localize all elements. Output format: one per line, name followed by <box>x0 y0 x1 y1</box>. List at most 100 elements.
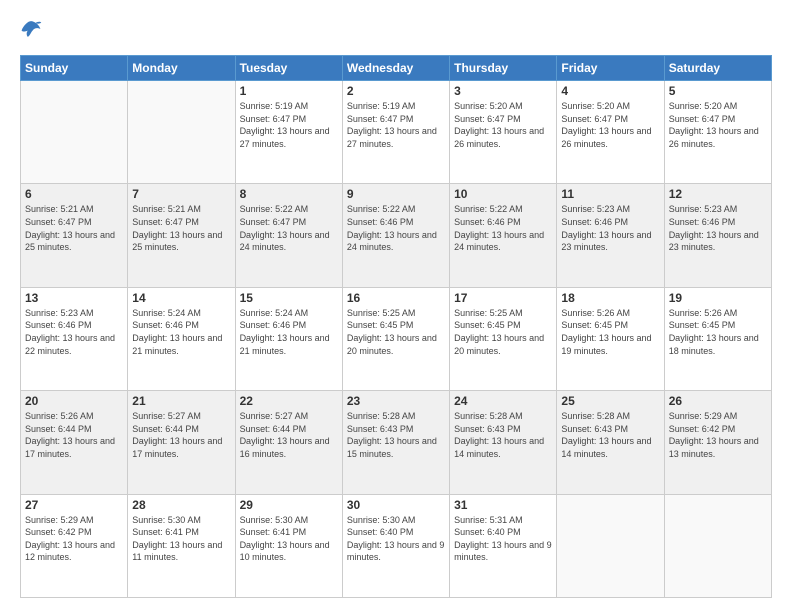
calendar-cell: 31 Sunrise: 5:31 AMSunset: 6:40 PMDayligh… <box>450 494 557 597</box>
calendar-week-row: 27 Sunrise: 5:29 AMSunset: 6:42 PMDayligh… <box>21 494 772 597</box>
day-number: 19 <box>669 291 767 305</box>
calendar-cell: 15 Sunrise: 5:24 AMSunset: 6:46 PMDayligh… <box>235 287 342 390</box>
day-info: Sunrise: 5:20 AMSunset: 6:47 PMDaylight:… <box>669 100 767 150</box>
bird-icon <box>20 18 42 40</box>
calendar-cell: 4 Sunrise: 5:20 AMSunset: 6:47 PMDaylight… <box>557 81 664 184</box>
calendar-cell: 29Sunrise: 5:30 AMSunset: 6:41 PMDayligh… <box>235 494 342 597</box>
calendar-week-row: 13 Sunrise: 5:23 AMSunset: 6:46 PMDayligh… <box>21 287 772 390</box>
header <box>20 18 772 45</box>
day-number: 10 <box>454 187 552 201</box>
day-number: 23 <box>347 394 445 408</box>
day-info: Sunrise: 5:23 AMSunset: 6:46 PMDaylight:… <box>25 307 123 357</box>
day-info: Sunrise: 5:24 AMSunset: 6:46 PMDaylight:… <box>240 307 338 357</box>
calendar-cell: 25Sunrise: 5:28 AMSunset: 6:43 PMDayligh… <box>557 391 664 494</box>
calendar-week-row: 6 Sunrise: 5:21 AMSunset: 6:47 PMDaylight… <box>21 184 772 287</box>
day-number: 1 <box>240 84 338 98</box>
day-info: Sunrise: 5:23 AMSunset: 6:46 PMDaylight:… <box>669 203 767 253</box>
calendar-cell: 23 Sunrise: 5:28 AMSunset: 6:43 PMDayligh… <box>342 391 449 494</box>
calendar-cell: 3 Sunrise: 5:20 AMSunset: 6:47 PMDaylight… <box>450 81 557 184</box>
day-number: 28 <box>132 498 230 512</box>
day-info: Sunrise: 5:23 AMSunset: 6:46 PMDaylight:… <box>561 203 659 253</box>
page: SundayMondayTuesdayWednesdayThursdayFrid… <box>0 0 792 612</box>
calendar-cell: 5 Sunrise: 5:20 AMSunset: 6:47 PMDaylight… <box>664 81 771 184</box>
day-number: 18 <box>561 291 659 305</box>
day-info: Sunrise: 5:28 AMSunset: 6:43 PMDaylight:… <box>454 410 552 460</box>
calendar-cell: 27 Sunrise: 5:29 AMSunset: 6:42 PMDayligh… <box>21 494 128 597</box>
calendar-cell: 18 Sunrise: 5:26 AMSunset: 6:45 PMDayligh… <box>557 287 664 390</box>
day-info: Sunrise: 5:30 AMSunset: 6:41 PMDaylight:… <box>132 514 230 564</box>
day-info: Sunrise: 5:27 AMSunset: 6:44 PMDaylight:… <box>240 410 338 460</box>
day-info: Sunrise: 5:26 AMSunset: 6:45 PMDaylight:… <box>561 307 659 357</box>
calendar-cell: 1 Sunrise: 5:19 AMSunset: 6:47 PMDaylight… <box>235 81 342 184</box>
day-info: Sunrise: 5:28 AMSunset: 6:43 PMDaylight:… <box>347 410 445 460</box>
day-number: 22 <box>240 394 338 408</box>
calendar-table: SundayMondayTuesdayWednesdayThursdayFrid… <box>20 55 772 598</box>
calendar-cell: 26Sunrise: 5:29 AMSunset: 6:42 PMDayligh… <box>664 391 771 494</box>
calendar-cell: 2 Sunrise: 5:19 AMSunset: 6:47 PMDaylight… <box>342 81 449 184</box>
day-number: 21 <box>132 394 230 408</box>
weekday-header-friday: Friday <box>557 56 664 81</box>
calendar-cell: 22 Sunrise: 5:27 AMSunset: 6:44 PMDayligh… <box>235 391 342 494</box>
day-info: Sunrise: 5:31 AMSunset: 6:40 PMDaylight:… <box>454 514 552 564</box>
weekday-header-wednesday: Wednesday <box>342 56 449 81</box>
day-number: 20 <box>25 394 123 408</box>
day-number: 11 <box>561 187 659 201</box>
calendar-cell <box>21 81 128 184</box>
day-info: Sunrise: 5:21 AMSunset: 6:47 PMDaylight:… <box>25 203 123 253</box>
day-info: Sunrise: 5:21 AMSunset: 6:47 PMDaylight:… <box>132 203 230 253</box>
calendar-week-row: 1 Sunrise: 5:19 AMSunset: 6:47 PMDaylight… <box>21 81 772 184</box>
day-number: 16 <box>347 291 445 305</box>
day-info: Sunrise: 5:25 AMSunset: 6:45 PMDaylight:… <box>454 307 552 357</box>
day-number: 2 <box>347 84 445 98</box>
day-number: 25 <box>561 394 659 408</box>
weekday-header-sunday: Sunday <box>21 56 128 81</box>
calendar-cell <box>128 81 235 184</box>
day-info: Sunrise: 5:29 AMSunset: 6:42 PMDaylight:… <box>669 410 767 460</box>
calendar-cell <box>664 494 771 597</box>
day-number: 8 <box>240 187 338 201</box>
calendar-cell: 12 Sunrise: 5:23 AMSunset: 6:46 PMDayligh… <box>664 184 771 287</box>
weekday-header-saturday: Saturday <box>664 56 771 81</box>
day-number: 17 <box>454 291 552 305</box>
day-number: 4 <box>561 84 659 98</box>
day-number: 14 <box>132 291 230 305</box>
day-info: Sunrise: 5:20 AMSunset: 6:47 PMDaylight:… <box>454 100 552 150</box>
calendar-cell: 13 Sunrise: 5:23 AMSunset: 6:46 PMDayligh… <box>21 287 128 390</box>
day-number: 5 <box>669 84 767 98</box>
day-info: Sunrise: 5:25 AMSunset: 6:45 PMDaylight:… <box>347 307 445 357</box>
weekday-header-thursday: Thursday <box>450 56 557 81</box>
day-number: 3 <box>454 84 552 98</box>
calendar-cell: 7Sunrise: 5:21 AMSunset: 6:47 PMDaylight… <box>128 184 235 287</box>
day-info: Sunrise: 5:22 AMSunset: 6:46 PMDaylight:… <box>347 203 445 253</box>
day-info: Sunrise: 5:26 AMSunset: 6:45 PMDaylight:… <box>669 307 767 357</box>
day-info: Sunrise: 5:24 AMSunset: 6:46 PMDaylight:… <box>132 307 230 357</box>
calendar-cell: 6 Sunrise: 5:21 AMSunset: 6:47 PMDaylight… <box>21 184 128 287</box>
day-info: Sunrise: 5:30 AMSunset: 6:41 PMDaylight:… <box>240 514 338 564</box>
calendar-cell: 9 Sunrise: 5:22 AMSunset: 6:46 PMDaylight… <box>342 184 449 287</box>
day-info: Sunrise: 5:22 AMSunset: 6:46 PMDaylight:… <box>454 203 552 253</box>
day-info: Sunrise: 5:29 AMSunset: 6:42 PMDaylight:… <box>25 514 123 564</box>
calendar-cell: 11 Sunrise: 5:23 AMSunset: 6:46 PMDayligh… <box>557 184 664 287</box>
day-number: 27 <box>25 498 123 512</box>
calendar-cell: 14 Sunrise: 5:24 AMSunset: 6:46 PMDayligh… <box>128 287 235 390</box>
day-number: 12 <box>669 187 767 201</box>
calendar-cell: 8 Sunrise: 5:22 AMSunset: 6:47 PMDaylight… <box>235 184 342 287</box>
calendar-cell: 24Sunrise: 5:28 AMSunset: 6:43 PMDayligh… <box>450 391 557 494</box>
calendar-cell: 21Sunrise: 5:27 AMSunset: 6:44 PMDayligh… <box>128 391 235 494</box>
day-number: 6 <box>25 187 123 201</box>
weekday-header-row: SundayMondayTuesdayWednesdayThursdayFrid… <box>21 56 772 81</box>
day-info: Sunrise: 5:19 AMSunset: 6:47 PMDaylight:… <box>347 100 445 150</box>
day-number: 30 <box>347 498 445 512</box>
calendar-cell: 20 Sunrise: 5:26 AMSunset: 6:44 PMDayligh… <box>21 391 128 494</box>
day-number: 15 <box>240 291 338 305</box>
day-info: Sunrise: 5:26 AMSunset: 6:44 PMDaylight:… <box>25 410 123 460</box>
day-number: 9 <box>347 187 445 201</box>
day-info: Sunrise: 5:22 AMSunset: 6:47 PMDaylight:… <box>240 203 338 253</box>
day-number: 31 <box>454 498 552 512</box>
day-info: Sunrise: 5:19 AMSunset: 6:47 PMDaylight:… <box>240 100 338 150</box>
calendar-cell: 16 Sunrise: 5:25 AMSunset: 6:45 PMDayligh… <box>342 287 449 390</box>
day-number: 13 <box>25 291 123 305</box>
calendar-cell: 17 Sunrise: 5:25 AMSunset: 6:45 PMDayligh… <box>450 287 557 390</box>
day-info: Sunrise: 5:20 AMSunset: 6:47 PMDaylight:… <box>561 100 659 150</box>
weekday-header-tuesday: Tuesday <box>235 56 342 81</box>
